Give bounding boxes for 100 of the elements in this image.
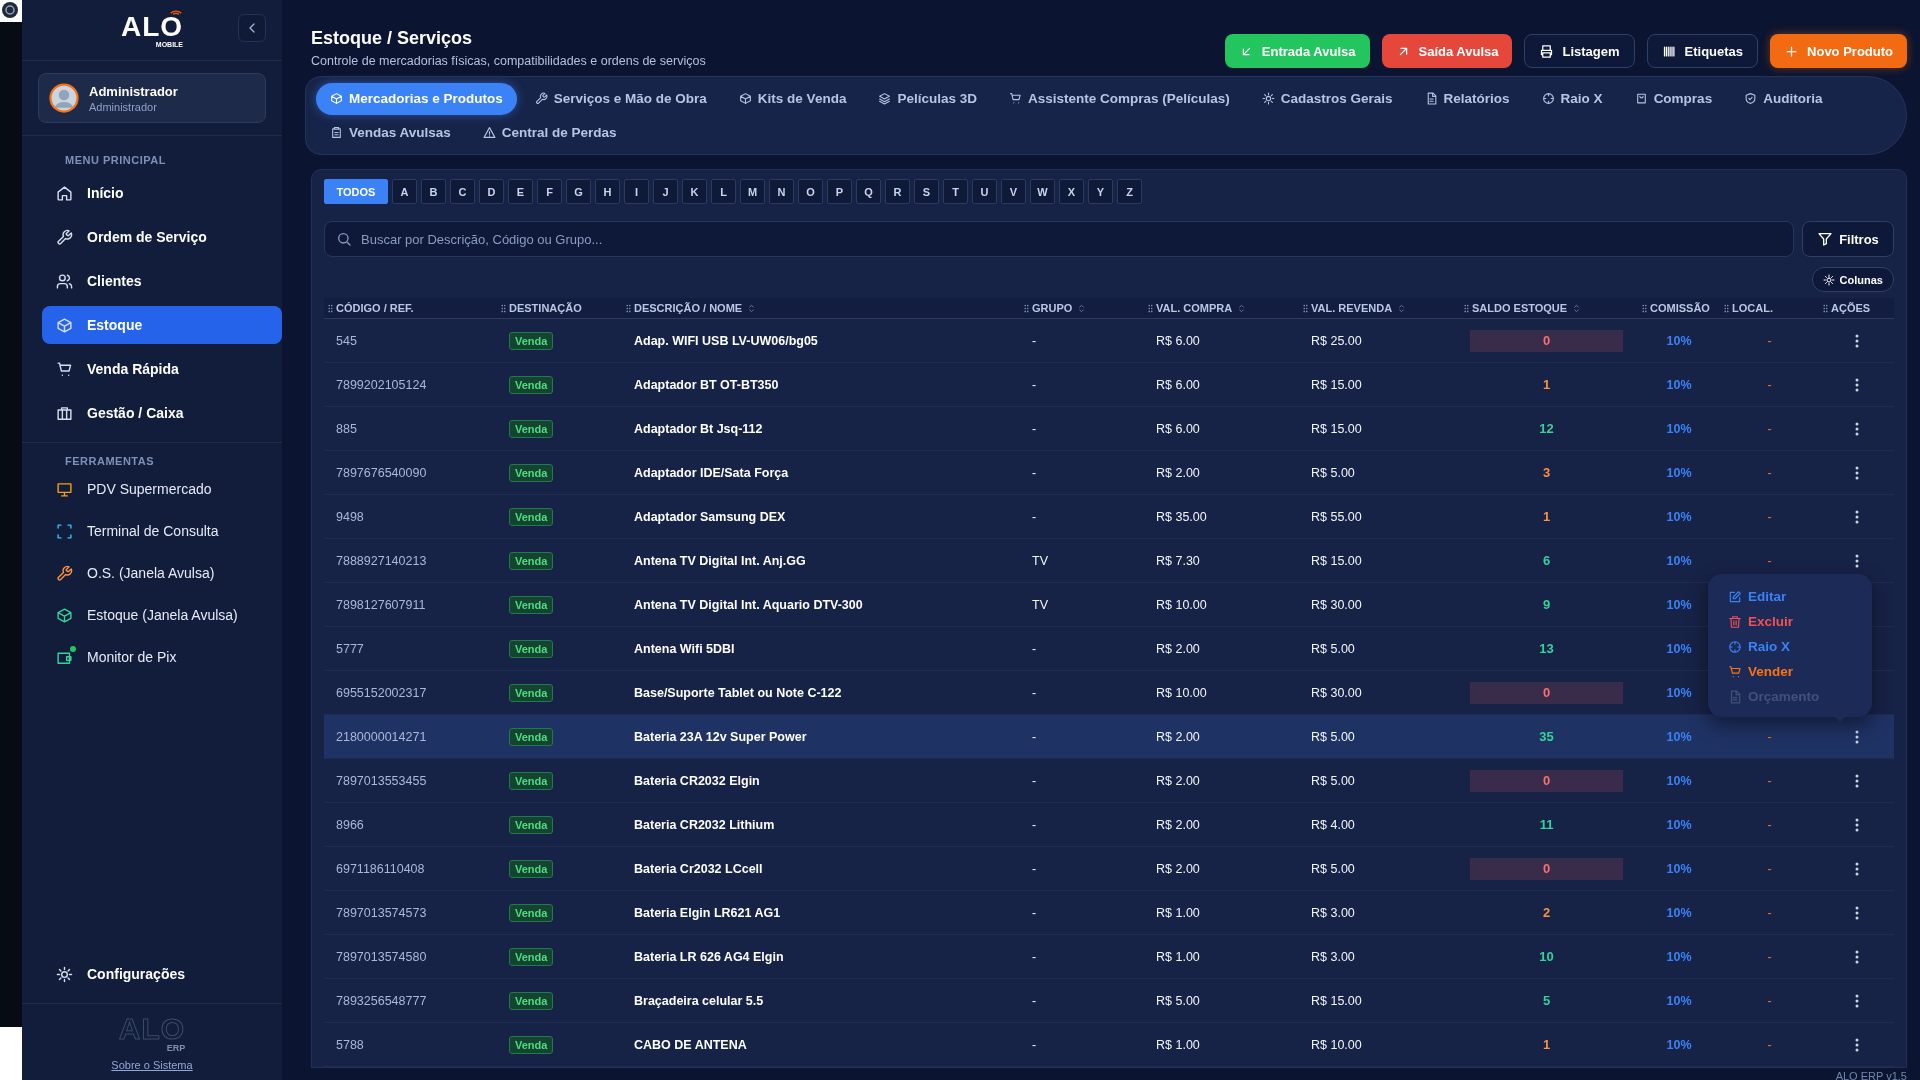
column-header[interactable]: VAL. COMPRA [1156, 302, 1248, 314]
column-header[interactable]: COMISSÃO [1650, 302, 1710, 314]
menu-item[interactable]: Raio X [1708, 634, 1872, 659]
drag-handle-icon[interactable] [1148, 303, 1153, 313]
table-row[interactable]: 8966 Venda Bateria CR2032 Lithium - R$ 2.00 R$ 4.00 11 10% - [324, 803, 1894, 847]
letter-filter[interactable]: J [653, 179, 678, 204]
drag-handle-icon[interactable] [1823, 303, 1828, 313]
drag-handle-icon[interactable] [1464, 303, 1469, 313]
letter-filter[interactable]: P [827, 179, 852, 204]
nav-item[interactable]: Venda Rápida [42, 350, 282, 388]
more-icon[interactable] [1854, 817, 1859, 832]
column-header[interactable]: AÇÕES [1831, 302, 1871, 314]
letter-filter[interactable]: V [1001, 179, 1026, 204]
tab[interactable]: Serviços e Mão de Obra [520, 82, 721, 115]
letter-filter[interactable]: M [740, 179, 765, 204]
nav-item[interactable]: Estoque [42, 306, 282, 344]
tab[interactable]: Películas 3D [864, 82, 991, 115]
nav-item[interactable]: PDV Supermercado [42, 471, 282, 507]
drag-handle-icon[interactable] [1642, 303, 1647, 313]
table-row[interactable]: 7897676540090 Venda Adaptador IDE/Sata Força - R$ 2.00 R$ 5.00 3 10% - [324, 451, 1894, 495]
tab[interactable]: Compras [1620, 82, 1727, 115]
more-icon[interactable] [1854, 553, 1859, 568]
letter-filter[interactable]: C [450, 179, 475, 204]
more-icon[interactable] [1854, 421, 1859, 436]
table-row[interactable]: 7893256548777 Venda Braçadeira celular 5.5 - R$ 5.00 R$ 15.00 5 10% - [324, 979, 1894, 1023]
user-card[interactable]: Administrador Administrador [38, 73, 266, 123]
table-row[interactable]: 9498 Venda Adaptador Samsung DEX - R$ 35.00 R$ 55.00 1 10% - [324, 495, 1894, 539]
filters-button[interactable]: Filtros [1802, 221, 1894, 257]
tab[interactable]: Mercadorias e Produtos [316, 82, 517, 115]
letter-filter[interactable]: Y [1088, 179, 1113, 204]
collapse-button[interactable] [238, 14, 266, 42]
app-icon[interactable] [0, 0, 22, 22]
drag-handle-icon[interactable] [1303, 303, 1308, 313]
column-header[interactable]: GRUPO [1032, 302, 1088, 314]
letter-filter[interactable]: TODOS [324, 179, 388, 204]
table-row[interactable]: 5788 Venda CABO DE ANTENA - R$ 1.00 R$ 10.00 1 10% - [324, 1023, 1894, 1067]
nav-item[interactable]: Ordem de Serviço [42, 218, 282, 256]
tab[interactable]: Assistente Compras (Películas) [994, 82, 1244, 115]
tab[interactable]: Kits de Venda [724, 82, 861, 115]
table-row[interactable]: 2180000014271 Venda Bateria 23A 12v Super Power - R$ 2.00 R$ 5.00 35 10% - [324, 715, 1894, 759]
table-row[interactable]: 545 Venda Adap. WIFI USB LV-UW06/bg05 - R$ 6.00 R$ 25.00 0 10% - [324, 319, 1894, 363]
more-icon[interactable] [1854, 333, 1859, 348]
columns-button[interactable]: Colunas [1811, 267, 1894, 292]
column-header[interactable]: SALDO ESTOQUE [1472, 302, 1583, 314]
letter-filter[interactable]: N [769, 179, 794, 204]
about-link[interactable]: Sobre o Sistema [111, 1059, 193, 1071]
drag-handle-icon[interactable] [626, 303, 631, 313]
column-header[interactable]: LOCAL. [1732, 302, 1773, 314]
drag-handle-icon[interactable] [1724, 303, 1729, 313]
more-icon[interactable] [1854, 509, 1859, 524]
column-header[interactable]: CÓDIGO / REF. [336, 302, 414, 314]
more-icon[interactable] [1854, 905, 1859, 920]
menu-item[interactable]: Editar [1708, 584, 1872, 609]
table-row[interactable]: 7897013574573 Venda Bateria Elgin LR621 AG1 - R$ 1.00 R$ 3.00 2 10% - [324, 891, 1894, 935]
search-field[interactable]: Buscar por Descrição, Código ou Grupo... [324, 221, 1794, 257]
letter-filter[interactable]: R [885, 179, 910, 204]
tab[interactable]: Raio X [1527, 82, 1617, 115]
letter-filter[interactable]: K [682, 179, 707, 204]
action-button[interactable]: Saída Avulsa [1381, 34, 1513, 68]
tab[interactable]: Auditoria [1730, 82, 1837, 115]
more-icon[interactable] [1854, 1037, 1859, 1052]
letter-filter[interactable]: G [566, 179, 591, 204]
letter-filter[interactable]: B [421, 179, 446, 204]
letter-filter[interactable]: E [508, 179, 533, 204]
letter-filter[interactable]: T [943, 179, 968, 204]
letter-filter[interactable]: Z [1117, 179, 1142, 204]
column-header[interactable]: DESCRIÇÃO / NOME [634, 302, 758, 314]
settings-item[interactable]: Configurações [42, 955, 282, 993]
column-header[interactable]: VAL. REVENDA [1311, 302, 1408, 314]
letter-filter[interactable]: H [595, 179, 620, 204]
tab[interactable]: Central de Perdas [468, 116, 631, 148]
table-row[interactable]: 7899202105124 Venda Adaptador BT OT-BT350 - R$ 6.00 R$ 15.00 1 10% - [324, 363, 1894, 407]
nav-item[interactable]: Gestão / Caixa [42, 394, 282, 432]
table-row[interactable]: 885 Venda Adaptador Bt Jsq-112 - R$ 6.00 R$ 15.00 12 10% - [324, 407, 1894, 451]
letter-filter[interactable]: A [392, 179, 417, 204]
table-row[interactable]: 7897013553455 Venda Bateria CR2032 Elgin - R$ 2.00 R$ 5.00 0 10% - [324, 759, 1894, 803]
column-header[interactable]: DESTINAÇÃO [509, 302, 582, 314]
letter-filter[interactable]: O [798, 179, 823, 204]
table-row[interactable]: 7897013574580 Venda Bateria LR 626 AG4 Elgin - R$ 1.00 R$ 3.00 10 10% - [324, 935, 1894, 979]
table-row[interactable]: 6971186110408 Venda Bateria Cr2032 LCcell - R$ 2.00 R$ 5.00 0 10% - [324, 847, 1894, 891]
letter-filter[interactable]: I [624, 179, 649, 204]
nav-item[interactable]: Clientes [42, 262, 282, 300]
action-button[interactable]: Etiquetas [1646, 34, 1759, 68]
letter-filter[interactable]: D [479, 179, 504, 204]
letter-filter[interactable]: S [914, 179, 939, 204]
more-icon[interactable] [1854, 465, 1859, 480]
more-icon[interactable] [1854, 993, 1859, 1008]
letter-filter[interactable]: L [711, 179, 736, 204]
nav-item[interactable]: O.S. (Janela Avulsa) [42, 555, 282, 591]
letter-filter[interactable]: U [972, 179, 997, 204]
tab[interactable]: Cadastros Gerais [1247, 82, 1407, 115]
tab[interactable]: Relatórios [1410, 82, 1524, 115]
letter-filter[interactable]: Q [856, 179, 881, 204]
letter-filter[interactable]: X [1059, 179, 1084, 204]
more-icon[interactable] [1854, 773, 1859, 788]
more-icon[interactable] [1854, 949, 1859, 964]
drag-handle-icon[interactable] [328, 303, 333, 313]
drag-handle-icon[interactable] [501, 303, 506, 313]
more-icon[interactable] [1854, 861, 1859, 876]
nav-item[interactable]: Monitor de Pix [42, 639, 282, 675]
